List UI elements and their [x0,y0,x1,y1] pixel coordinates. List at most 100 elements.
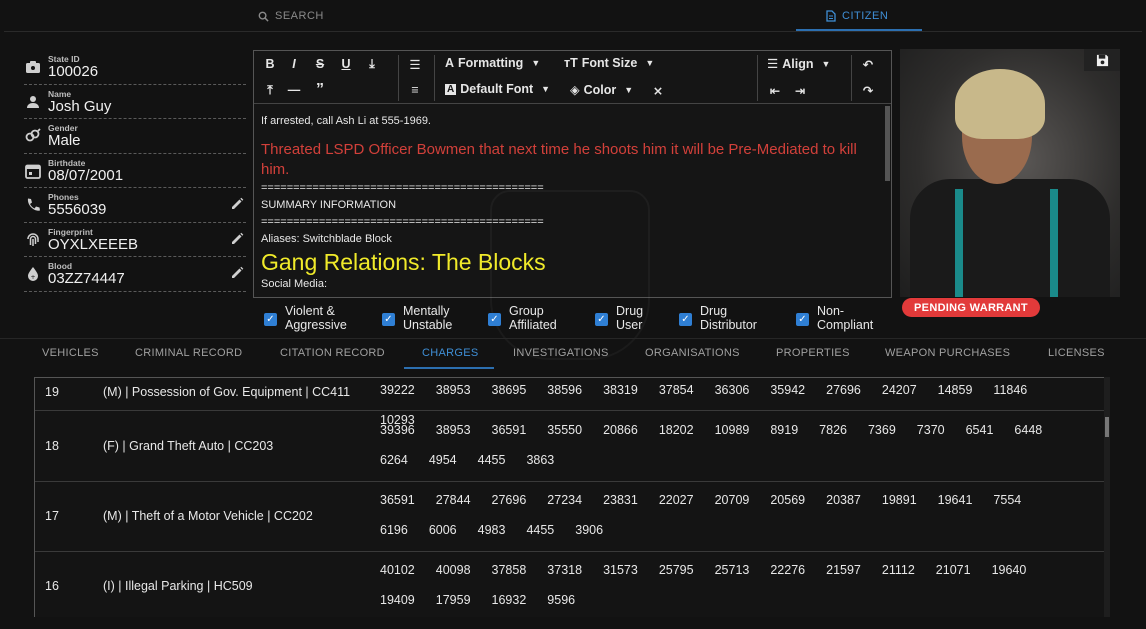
incident-id[interactable]: 35942 [770,382,805,412]
editor-scrollbar[interactable] [885,106,890,181]
flag-drug-user[interactable]: ✓ Drug User [595,304,643,332]
incident-id[interactable]: 38953 [436,422,471,452]
checkbox-checked-icon[interactable]: ✓ [382,313,395,326]
incident-id[interactable]: 9596 [547,592,575,617]
table-row[interactable]: 16 (I) | Illegal Parking | HC509 40102 40… [35,552,1105,617]
incident-id[interactable]: 6448 [1014,422,1042,452]
tab-citation-record[interactable]: CITATION RECORD [280,347,385,359]
color-dropdown[interactable]: ◈ Color ▼ [570,82,633,98]
incident-id[interactable]: 38695 [492,382,527,412]
incident-id[interactable]: 6196 [380,522,408,552]
underline-icon[interactable]: U [338,56,354,72]
table-row[interactable]: 18 (F) | Grand Theft Auto | CC203 39396 3… [35,412,1105,482]
incident-id[interactable]: 3906 [575,522,603,552]
edit-pencil-icon[interactable] [230,197,244,211]
flag-mentally-unstable[interactable]: ✓ Mentally Unstable [382,304,452,332]
incident-id[interactable]: 3863 [526,452,554,482]
incident-id[interactable]: 22276 [770,562,805,592]
incident-id[interactable]: 6264 [380,452,408,482]
incident-id[interactable]: 21597 [826,562,861,592]
incident-id[interactable]: 14859 [938,382,973,412]
incident-id[interactable]: 19409 [380,592,415,617]
incident-id[interactable]: 8919 [770,422,798,452]
incident-id[interactable]: 20709 [715,492,750,522]
incident-id[interactable]: 40098 [436,562,471,592]
incident-id[interactable]: 37854 [659,382,694,412]
incident-id[interactable]: 23831 [603,492,638,522]
incident-id[interactable]: 21071 [936,562,971,592]
bold-icon[interactable]: B [262,56,278,72]
incident-id[interactable]: 27696 [492,492,527,522]
incident-id[interactable]: 7370 [917,422,945,452]
incident-id[interactable]: 36591 [492,422,527,452]
font-size-dropdown[interactable]: тT Font Size ▼ [564,56,654,70]
quote-icon[interactable]: ” [312,81,328,98]
redo-icon[interactable]: ↷ [860,82,876,98]
flag-group-affiliated[interactable]: ✓ Group Affiliated [488,304,557,332]
superscript-icon[interactable]: ⤒ [262,82,278,98]
flag-non-compliant[interactable]: ✓ Non- Compliant [796,304,873,332]
incident-id[interactable]: 39396 [380,422,415,452]
formatting-dropdown[interactable]: A Formatting ▼ [445,56,540,70]
incident-id[interactable]: 35550 [547,422,582,452]
incident-id[interactable]: 7554 [993,492,1021,522]
tab-vehicles[interactable]: VEHICLES [42,347,99,359]
incident-id[interactable]: 19891 [882,492,917,522]
incident-id[interactable]: 4954 [429,452,457,482]
incident-id[interactable]: 4455 [478,452,506,482]
tab-properties[interactable]: PROPERTIES [776,347,850,359]
incident-id[interactable]: 6006 [429,522,457,552]
undo-icon[interactable]: ↶ [860,56,876,72]
tab-organisations[interactable]: ORGANISATIONS [645,347,740,359]
incident-id[interactable]: 24207 [882,382,917,412]
tab-charges[interactable]: CHARGES [422,347,479,359]
incident-id[interactable]: 7369 [868,422,896,452]
italic-icon[interactable]: I [286,56,302,72]
align-dropdown[interactable]: ☰ Align ▼ [767,56,830,72]
table-scrollbar[interactable] [1104,377,1110,617]
numbered-list-icon[interactable]: ≡ [407,82,423,98]
indent-icon[interactable]: ⇥ [792,82,808,98]
incident-id[interactable]: 19641 [938,492,973,522]
subscript-icon[interactable]: ⤓ [364,56,380,72]
tab-investigations[interactable]: INVESTIGATIONS [513,347,609,359]
incident-id[interactable]: 25795 [659,562,694,592]
incident-id[interactable]: 22027 [659,492,694,522]
search-tab[interactable]: SEARCH [258,10,324,22]
incident-id[interactable]: 38596 [547,382,582,412]
incident-id[interactable]: 40102 [380,562,415,592]
incident-id[interactable]: 31573 [603,562,638,592]
incident-id[interactable]: 37858 [492,562,527,592]
edit-pencil-icon[interactable] [230,266,244,280]
checkbox-checked-icon[interactable]: ✓ [679,313,692,326]
incident-id[interactable]: 25713 [715,562,750,592]
checkbox-checked-icon[interactable]: ✓ [595,313,608,326]
table-row[interactable]: 17 (M) | Theft of a Motor Vehicle | CC20… [35,482,1105,552]
checkbox-checked-icon[interactable]: ✓ [264,313,277,326]
incident-id[interactable]: 10989 [715,422,750,452]
incident-id[interactable]: 7826 [819,422,847,452]
incident-id[interactable]: 36306 [715,382,750,412]
incident-id[interactable]: 18202 [659,422,694,452]
incident-id[interactable]: 20866 [603,422,638,452]
bullet-list-icon[interactable]: ☰ [407,56,423,72]
citizen-tab[interactable]: CITIZEN [826,10,888,22]
incident-id[interactable]: 27234 [547,492,582,522]
incident-id[interactable]: 27696 [826,382,861,412]
table-scrollbar-thumb[interactable] [1105,417,1109,437]
incident-id[interactable]: 38319 [603,382,638,412]
incident-id[interactable]: 37318 [547,562,582,592]
incident-id[interactable]: 19640 [992,562,1027,592]
flag-drug-distributor[interactable]: ✓ Drug Distributor [679,304,757,332]
checkbox-checked-icon[interactable]: ✓ [488,313,501,326]
tab-licenses[interactable]: LICENSES [1048,347,1105,359]
horizontal-rule-icon[interactable]: — [286,82,302,98]
edit-pencil-icon[interactable] [230,232,244,246]
tab-weapon-purchases[interactable]: WEAPON PURCHASES [885,347,1010,359]
outdent-icon[interactable]: ⇤ [767,82,783,98]
incident-id[interactable]: 39222 [380,382,415,412]
incident-id[interactable]: 6541 [966,422,994,452]
editor-content[interactable]: If arrested, call Ash Li at 555-1969. Th… [254,105,886,297]
table-row[interactable]: 19 (M) | Possession of Gov. Equipment | … [35,378,1105,427]
incident-id[interactable]: 17959 [436,592,471,617]
